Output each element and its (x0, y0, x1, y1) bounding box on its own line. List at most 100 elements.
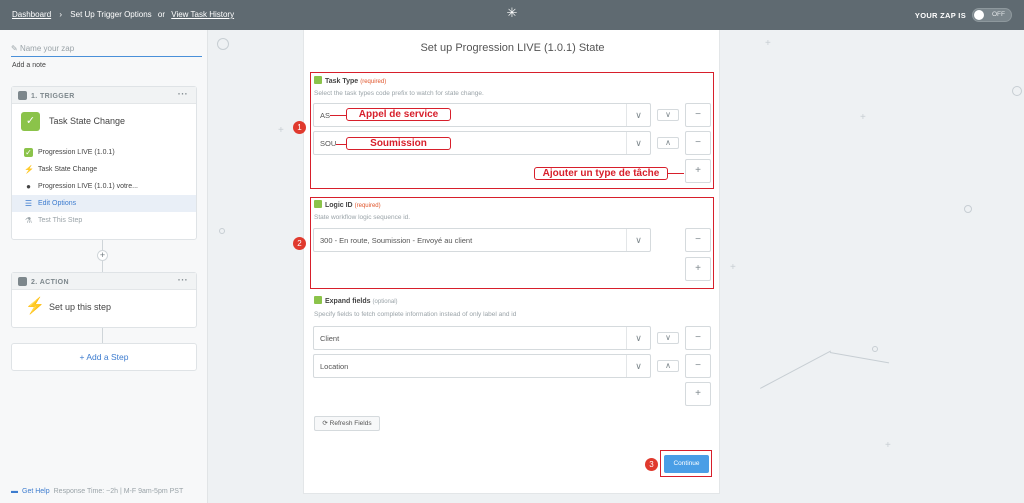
help-icon: ▬ (11, 488, 18, 495)
step-item-edit-options[interactable]: ☰ Edit Options (12, 195, 196, 212)
flask-icon: ⚗ (24, 216, 33, 225)
annotation-line (336, 144, 346, 145)
pencil-icon: ✎ (11, 44, 20, 53)
zap-name-input[interactable]: ✎ Name your zap (11, 44, 202, 57)
add-button[interactable]: + (685, 382, 711, 406)
annotation-line (330, 115, 346, 116)
action-head-label: 2. ACTION (31, 279, 69, 286)
bg-decoration (760, 350, 832, 389)
annotation-badge-1: 1 (293, 121, 306, 134)
bg-decoration: + (730, 262, 736, 273)
breadcrumb-or: or (157, 10, 166, 19)
step-item-event[interactable]: ⚡ Task State Change (12, 161, 196, 178)
help-response-text: Response Time: ~2h | M-F 9am-5pm PST (53, 488, 184, 495)
optional-tag: (optional) (372, 299, 398, 305)
progression-app-icon: ✓ (21, 112, 40, 131)
expand-select-1[interactable]: Client ∨ (313, 326, 651, 350)
step-item-label: Test This Step (38, 217, 83, 224)
bg-decoration: + (765, 38, 771, 49)
refresh-label: Refresh Fields (329, 420, 372, 427)
toggle-label: OFF (992, 11, 1005, 18)
action-icon (18, 277, 27, 286)
action-app-row[interactable]: ⚡ Set up this step (12, 290, 196, 324)
more-icon[interactable]: ··· (178, 89, 188, 99)
step-item-account[interactable]: ● Progression LIVE (1.0.1) votre... (12, 178, 196, 195)
connector-line (102, 261, 103, 272)
more-icon[interactable]: ··· (178, 275, 188, 285)
action-card: 2. ACTION ··· ⚡ Set up this step (11, 272, 197, 328)
remove-button[interactable]: − (685, 354, 711, 378)
top-bar: Dashboard › Set Up Trigger Options or Vi… (0, 0, 1024, 30)
step-item-label: Progression LIVE (1.0.1) votre... (38, 183, 138, 190)
bolt-icon: ⚡ (25, 298, 45, 315)
move-up-button[interactable]: ∧ (657, 360, 679, 372)
trigger-card-header: 1. TRIGGER ··· (12, 87, 196, 104)
bg-decoration (964, 205, 972, 213)
help-bar: ▬ Get Help Response Time: ~2h | M-F 9am-5p… (11, 488, 183, 495)
expand-label-text: Expand fields (325, 298, 371, 305)
app-icon (314, 296, 322, 304)
chevron-right-icon: › (59, 10, 63, 19)
zapier-logo-icon[interactable]: ✳ (505, 6, 519, 20)
bg-decoration (219, 228, 225, 234)
chevron-down-icon[interactable]: ∨ (626, 327, 650, 349)
step-item-label: Progression LIVE (1.0.1) (38, 149, 115, 156)
trigger-title: Task State Change (49, 116, 126, 126)
annotation-ajouter-type: Ajouter un type de tâche (534, 167, 668, 180)
select-value: Location (320, 362, 349, 371)
connector-line (102, 328, 103, 343)
action-title: Set up this step (49, 302, 112, 312)
annotation-line (668, 173, 684, 174)
step-item-test[interactable]: ⚗ Test This Step (12, 212, 196, 229)
refresh-fields-button[interactable]: ⟳ Refresh Fields (314, 416, 380, 431)
user-icon: ● (26, 182, 31, 191)
list-icon: ☰ (24, 199, 33, 208)
zap-status-label: YOUR ZAP IS (914, 11, 966, 20)
toggle-knob (974, 10, 984, 20)
bolt-icon: ⚡ (24, 165, 34, 174)
step-item-app[interactable]: ✓ Progression LIVE (1.0.1) (12, 144, 196, 161)
annotation-badge-3: 3 (645, 458, 658, 471)
zap-toggle[interactable]: OFF (972, 8, 1012, 22)
expand-fields-desc: Specify fields to fetch complete informa… (314, 311, 517, 318)
zap-name-placeholder: Name your zap (19, 44, 75, 53)
bg-decoration: + (278, 125, 284, 136)
annotation-badge-2: 2 (293, 237, 306, 250)
bg-decoration (217, 38, 229, 50)
connector-line (102, 240, 103, 250)
step-item-label: Task State Change (38, 166, 98, 173)
get-help-link[interactable]: Get Help (22, 488, 50, 495)
annotation-soumission: Soumission (346, 137, 451, 150)
add-step-button[interactable]: + Add a Step (11, 343, 197, 371)
action-card-header: 2. ACTION ··· (12, 273, 196, 290)
add-step-between-icon[interactable]: + (97, 250, 108, 261)
bg-decoration (1012, 86, 1022, 96)
bg-decoration: + (860, 112, 866, 123)
trigger-icon (18, 91, 27, 100)
annotation-box-logic-id (310, 197, 714, 289)
add-note-link[interactable]: Add a note (12, 62, 46, 69)
step-item-label: Edit Options (38, 200, 77, 207)
bg-decoration: + (885, 440, 891, 451)
bg-decoration (829, 352, 890, 364)
expand-fields-label: Expand fields (optional) (314, 296, 398, 305)
sidebar: ✎ Name your zap Add a note 1. TRIGGER ··… (0, 30, 208, 503)
task-history-link[interactable]: View Task History (171, 10, 234, 19)
bg-decoration (872, 346, 878, 352)
page-title: Set up Progression LIVE (1.0.1) State (420, 42, 605, 54)
refresh-icon: ⟳ (322, 420, 330, 427)
annotation-box-continue (660, 450, 712, 477)
annotation-appel-de-service: Appel de service (346, 108, 451, 121)
breadcrumb: Dashboard › Set Up Trigger Options or Vi… (12, 10, 234, 19)
trigger-head-label: 1. TRIGGER (31, 93, 75, 100)
trigger-app-row[interactable]: ✓ Task State Change (12, 104, 196, 138)
expand-select-2[interactable]: Location ∨ (313, 354, 651, 378)
remove-button[interactable]: − (685, 326, 711, 350)
breadcrumb-current: Set Up Trigger Options (70, 10, 152, 19)
chevron-down-icon[interactable]: ∨ (626, 355, 650, 377)
app-icon: ✓ (24, 148, 33, 157)
trigger-card: 1. TRIGGER ··· ✓ Task State Change ✓ Prog… (11, 86, 197, 240)
select-value: Client (320, 334, 340, 343)
dashboard-link[interactable]: Dashboard (12, 10, 51, 19)
move-down-button[interactable]: ∨ (657, 332, 679, 344)
